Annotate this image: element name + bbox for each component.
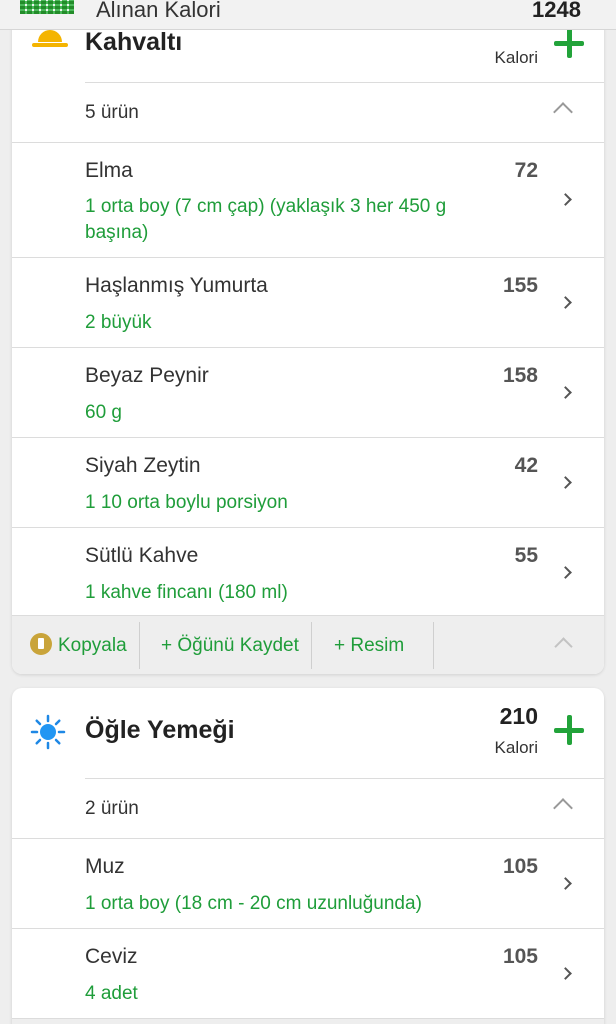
add-photo-button[interactable]: + Resim bbox=[322, 622, 434, 669]
food-calories: 42 bbox=[514, 454, 538, 477]
lunch-title: Öğle Yemeği bbox=[85, 716, 235, 744]
lunch-card: Öğle Yemeği 210 Kalori 2 ürün Muz 105 1 … bbox=[12, 688, 604, 1024]
food-portion: 1 kahve fincanı (180 ml) bbox=[85, 582, 288, 603]
food-name: Siyah Zeytin bbox=[85, 454, 201, 477]
chevron-right-icon[interactable] bbox=[559, 967, 572, 980]
calorie-grid-icon bbox=[20, 0, 74, 14]
food-calories: 155 bbox=[502, 274, 538, 297]
add-breakfast-food-button[interactable] bbox=[552, 26, 586, 60]
food-row[interactable]: Muz 105 1 orta boy (18 cm - 20 cm uzunlu… bbox=[12, 838, 604, 928]
food-name: Ceviz bbox=[85, 945, 138, 968]
food-calories: 158 bbox=[502, 364, 538, 387]
food-portion: 1 orta boy (7 cm çap) (yaklaşık 3 her 45… bbox=[85, 196, 447, 243]
sun-icon bbox=[30, 714, 66, 750]
food-portion: 4 adet bbox=[85, 983, 138, 1004]
breakfast-card: Kahvaltı Kalori 5 ürün Elma 72 1 orta bo… bbox=[12, 0, 604, 674]
chevron-up-icon[interactable] bbox=[554, 637, 573, 656]
lunch-calories-unit: Kalori bbox=[494, 738, 538, 757]
chevron-up-icon[interactable] bbox=[553, 798, 573, 818]
chevron-right-icon[interactable] bbox=[559, 386, 572, 399]
lunch-item-count: 2 ürün bbox=[85, 798, 139, 819]
food-row[interactable]: Sütlü Kahve 55 1 kahve fincanı (180 ml) bbox=[12, 527, 604, 617]
chevron-right-icon[interactable] bbox=[559, 476, 572, 489]
food-name: Muz bbox=[85, 855, 125, 878]
breakfast-title: Kahvaltı bbox=[85, 28, 183, 56]
food-row[interactable]: Haşlanmış Yumurta 155 2 büyük bbox=[12, 257, 604, 347]
food-portion: 60 g bbox=[85, 402, 122, 423]
add-lunch-food-button[interactable] bbox=[552, 713, 586, 747]
chevron-right-icon[interactable] bbox=[559, 296, 572, 309]
calorie-summary-bar: Alınan Kalori 1248 bbox=[0, 0, 616, 30]
food-calories: 72 bbox=[514, 159, 538, 182]
food-name: Sütlü Kahve bbox=[85, 544, 199, 567]
food-portion: 1 orta boy (18 cm - 20 cm uzunluğunda) bbox=[85, 893, 422, 914]
calories-taken-label: Alınan Kalori bbox=[96, 0, 221, 22]
food-row[interactable]: Elma 72 1 orta boy (7 cm çap) (yaklaşık … bbox=[12, 142, 604, 257]
food-row[interactable]: Beyaz Peynir 158 60 g bbox=[12, 347, 604, 437]
food-name: Haşlanmış Yumurta bbox=[85, 274, 268, 297]
save-meal-button[interactable]: + Öğünü Kaydet bbox=[149, 622, 312, 669]
food-name: Beyaz Peynir bbox=[85, 364, 209, 387]
breakfast-item-count: 5 ürün bbox=[85, 102, 139, 123]
food-calories: 105 bbox=[502, 855, 538, 878]
breakfast-item-count-row[interactable]: 5 ürün bbox=[85, 82, 604, 142]
chevron-right-icon[interactable] bbox=[559, 193, 572, 206]
food-portion: 2 büyük bbox=[85, 312, 152, 333]
food-calories: 55 bbox=[514, 544, 538, 567]
chevron-up-icon[interactable] bbox=[553, 102, 573, 122]
breakfast-calories-unit: Kalori bbox=[494, 48, 538, 67]
chevron-right-icon[interactable] bbox=[559, 877, 572, 890]
lunch-calories: 210 bbox=[499, 703, 538, 729]
food-row[interactable]: Ceviz 105 4 adet bbox=[12, 928, 604, 1018]
lunch-action-bar bbox=[12, 1018, 604, 1024]
diary-page: Kahvaltı Kalori 5 ürün Elma 72 1 orta bo… bbox=[0, 0, 616, 1024]
calories-taken-value: 1248 bbox=[532, 0, 581, 22]
food-portion: 1 10 orta boylu porsiyon bbox=[85, 492, 288, 513]
chevron-right-icon[interactable] bbox=[559, 566, 572, 579]
food-calories: 105 bbox=[502, 945, 538, 968]
lunch-item-count-row[interactable]: 2 ürün bbox=[85, 778, 604, 838]
breakfast-action-bar: Kopyala + Öğünü Kaydet + Resim bbox=[12, 615, 604, 674]
copy-meal-button[interactable]: Kopyala bbox=[30, 622, 140, 669]
copy-label: Kopyala bbox=[58, 635, 127, 656]
copy-coin-icon bbox=[30, 633, 52, 655]
food-row[interactable]: Siyah Zeytin 42 1 10 orta boylu porsiyon bbox=[12, 437, 604, 527]
food-name: Elma bbox=[85, 159, 133, 182]
lunch-header[interactable]: Öğle Yemeği 210 Kalori bbox=[12, 688, 604, 778]
